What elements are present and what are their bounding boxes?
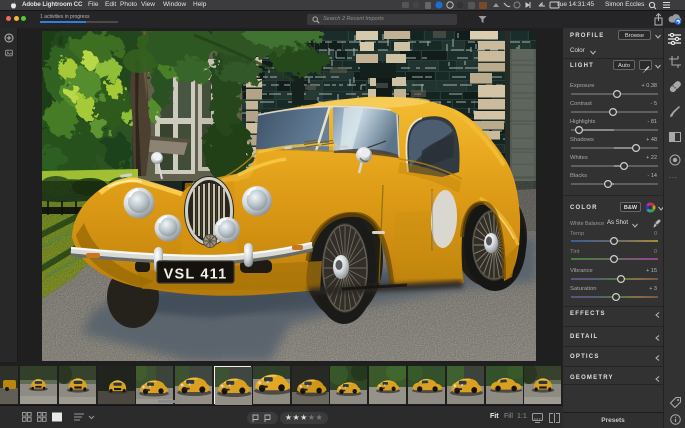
svg-text:VSL 411: VSL 411 (164, 267, 228, 283)
